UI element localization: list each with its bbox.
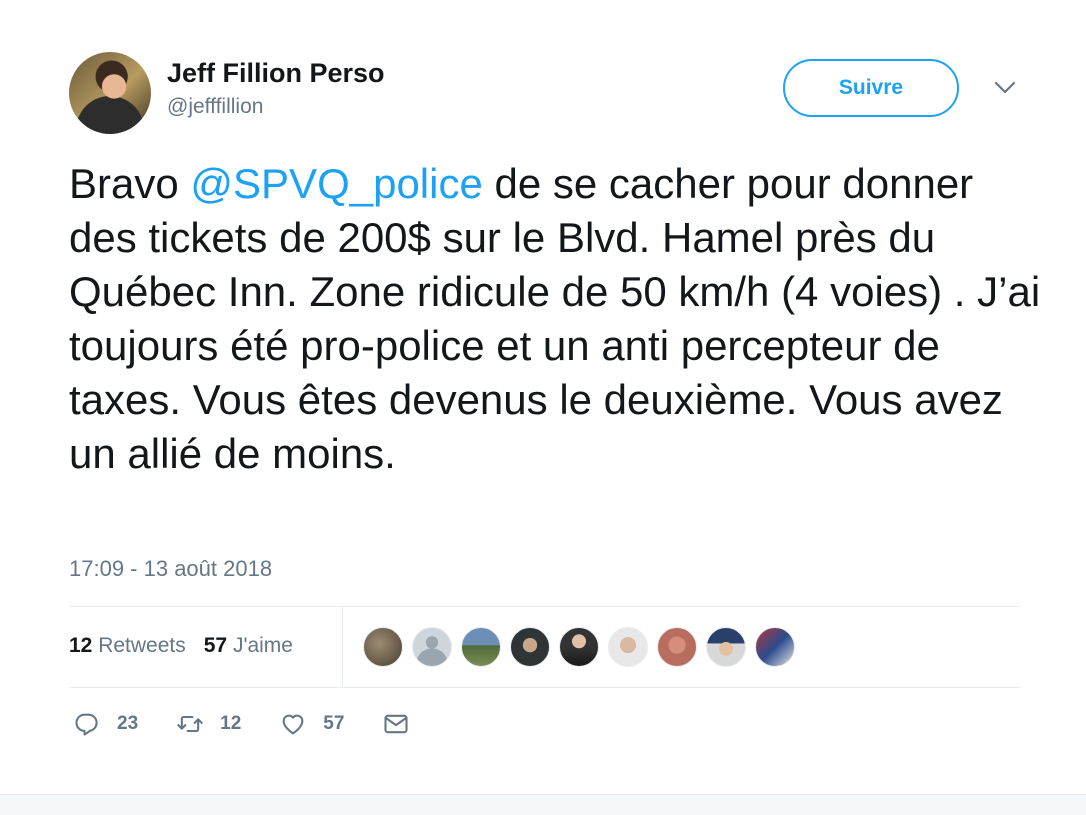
retweets-label: Retweets [98,634,186,657]
like-button[interactable]: 57 [279,710,344,738]
tweet-actions: 23 12 57 [73,710,448,738]
like-count: 57 [323,713,345,734]
tweet-stats: 12 Retweets 57 J'aime [69,634,293,658]
retweets-count: 12 [69,634,93,657]
follow-button[interactable]: Suivre [783,59,959,117]
liker-avatar[interactable] [706,627,746,667]
liker-avatar[interactable] [755,627,795,667]
heart-icon [282,714,304,735]
chevron-down-icon[interactable] [994,80,1016,96]
retweet-icon [177,715,203,733]
liker-avatar[interactable] [510,627,550,667]
stats-top-divider [69,606,1020,607]
likes-stat[interactable]: 57 J'aime [204,634,293,658]
liker-avatars [363,627,804,667]
likes-label: J'aime [232,634,293,657]
message-icon [384,714,408,734]
stats-bottom-divider [69,687,1020,688]
author-avatar[interactable] [69,52,151,134]
stats-vertical-divider [342,607,343,687]
bottom-strip [0,794,1086,815]
liker-avatar[interactable] [657,627,697,667]
mention-link[interactable]: @SPVQ_police [190,160,482,207]
liker-avatar[interactable] [461,627,501,667]
reply-button[interactable]: 23 [73,710,138,738]
author-handle[interactable]: @jefffillion [167,95,263,119]
likes-count: 57 [203,634,228,657]
tweet-timestamp[interactable]: 17:09 - 13 août 2018 [69,556,272,582]
liker-avatar[interactable] [412,627,452,667]
liker-avatar[interactable] [559,627,599,667]
tweet-card: Jeff Fillion Perso @jefffillion Suivre B… [0,0,1086,794]
retweet-button[interactable]: 12 [176,710,241,738]
tweet-text-rest: de se cacher pour donner des tickets de … [69,160,1041,477]
direct-message-button[interactable] [382,710,410,738]
reply-count: 23 [117,713,139,734]
tweet-text: Bravo @SPVQ_police de se cacher pour don… [69,157,1049,481]
reply-icon [75,713,98,736]
author-name[interactable]: Jeff Fillion Perso [167,58,385,89]
retweet-count: 12 [220,713,242,734]
retweets-stat[interactable]: 12 Retweets [69,634,186,658]
liker-avatar[interactable] [363,627,403,667]
tweet-text-start: Bravo [69,160,191,207]
liker-avatar[interactable] [608,627,648,667]
